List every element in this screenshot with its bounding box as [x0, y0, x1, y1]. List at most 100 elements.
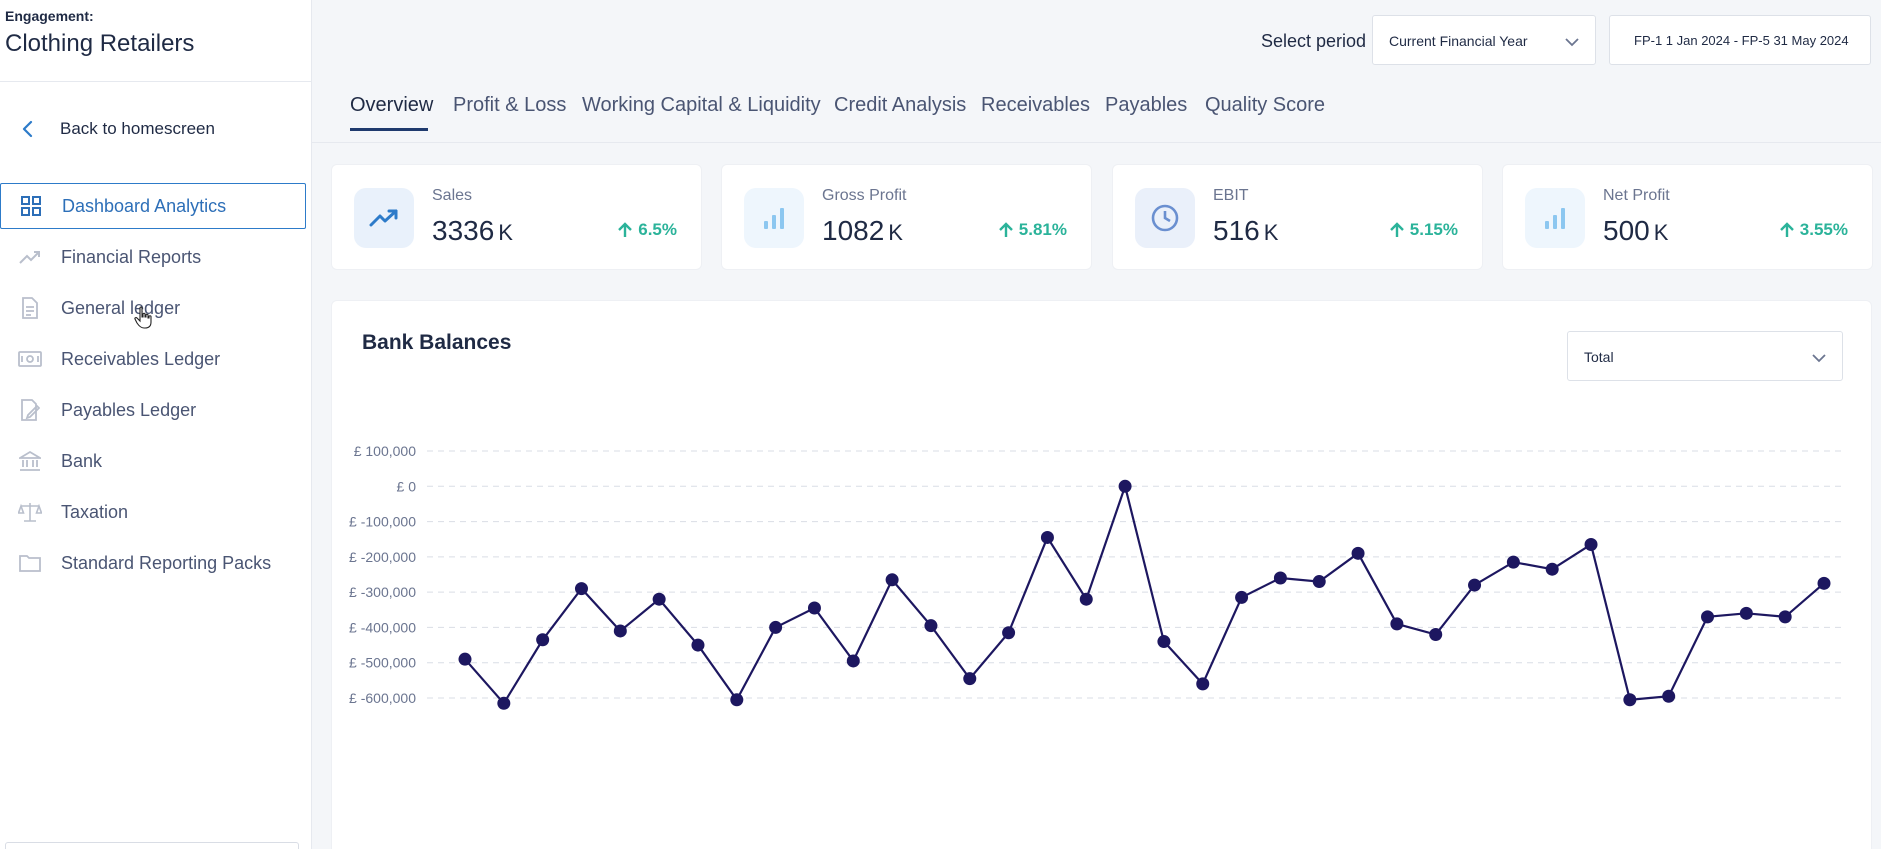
- data-point: [1662, 689, 1676, 703]
- y-tick-label: £ -400,000: [349, 619, 416, 635]
- data-point: [807, 601, 821, 615]
- period-select-value: Current Financial Year: [1389, 33, 1528, 49]
- data-point: [1273, 571, 1287, 585]
- tab-overview[interactable]: Overview: [350, 94, 433, 117]
- kpi-value: 500 K: [1603, 215, 1669, 246]
- edit-document-icon: [18, 398, 42, 422]
- bank-balances-card: £ 100,000 £ 0 £ -100,000 £ -200,000 £ -300,0…: [331, 300, 1872, 849]
- period-range-field[interactable]: FP-1 1 Jan 2024 - FP-5 31 May 2024: [1609, 15, 1871, 65]
- select-period-label: Select period: [1261, 31, 1367, 51]
- data-point: [1118, 479, 1132, 493]
- sidebar-item-payables-ledger[interactable]: Payables Ledger: [0, 387, 306, 433]
- chart-series-select-value: Total: [1584, 349, 1614, 365]
- data-point: [1817, 576, 1831, 590]
- data-point: [536, 633, 550, 647]
- tabs-divider: [312, 142, 1881, 143]
- data-point: [1623, 693, 1637, 707]
- trend-up-icon: [354, 188, 414, 248]
- sidebar-item-label: Payables Ledger: [61, 399, 197, 420]
- folder-icon: [18, 551, 42, 575]
- data-point: [613, 624, 627, 638]
- sidebar-item-bank[interactable]: Bank: [0, 438, 306, 484]
- arrow-up-icon: [1389, 222, 1404, 237]
- kpi-value: 3336 K: [432, 215, 513, 246]
- y-tick-label: £ -500,000: [349, 655, 416, 671]
- trend-icon: [18, 245, 42, 269]
- data-point: [691, 638, 705, 652]
- sidebar-item-label: Dashboard Analytics: [62, 195, 227, 216]
- kpi-card-sales: Sales 3336 K 6.5%: [331, 164, 702, 270]
- kpi-change: 6.5%: [618, 220, 677, 240]
- data-point: [458, 652, 472, 666]
- bank-balances-chart: £ 100,000 £ 0 £ -100,000 £ -200,000 £ -300,0…: [349, 443, 1842, 710]
- sidebar-bottom-panel[interactable]: [5, 842, 299, 849]
- data-point: [730, 693, 744, 707]
- y-tick-label: £ -300,000: [349, 584, 416, 600]
- arrow-up-icon: [998, 222, 1013, 237]
- cash-icon: [18, 347, 42, 371]
- active-tab-indicator: [350, 128, 428, 131]
- sidebar-divider: [0, 81, 311, 82]
- data-point: [1002, 626, 1016, 640]
- bar-chart-icon: [1525, 188, 1585, 248]
- data-point: [1778, 610, 1792, 624]
- tab-payables[interactable]: Payables: [1105, 94, 1187, 117]
- y-tick-label: £ -100,000: [349, 514, 416, 530]
- data-point: [1584, 538, 1598, 552]
- kpi-name: Gross Profit: [822, 187, 907, 204]
- document-icon: [18, 296, 42, 320]
- tab-quality-score[interactable]: Quality Score: [1205, 94, 1325, 117]
- data-point: [1468, 578, 1482, 592]
- clock-icon: [1135, 188, 1195, 248]
- sidebar-item-label: Receivables Ledger: [61, 348, 221, 369]
- scales-icon: [18, 500, 42, 524]
- sidebar-item-label: General ledger: [61, 297, 181, 318]
- data-point: [574, 582, 588, 596]
- data-point: [769, 620, 783, 634]
- bank-icon: [18, 449, 42, 473]
- period-range-value: FP-1 1 Jan 2024 - FP-5 31 May 2024: [1634, 33, 1849, 48]
- data-point: [1157, 635, 1171, 649]
- tab-receivables[interactable]: Receivables: [981, 94, 1090, 117]
- y-tick-label: £ 0: [397, 478, 417, 494]
- kpi-value: 516 K: [1213, 215, 1279, 246]
- data-point: [885, 573, 899, 587]
- kpi-name: EBIT: [1213, 187, 1249, 204]
- data-point: [1079, 592, 1093, 606]
- back-to-homescreen-button[interactable]: Back to homescreen: [18, 114, 215, 144]
- data-point: [1040, 530, 1054, 544]
- sidebar-item-label: Bank: [61, 450, 103, 471]
- chevron-down-icon: [1812, 350, 1826, 368]
- data-point: [652, 592, 666, 606]
- back-to-homescreen-label: Back to homescreen: [60, 119, 215, 138]
- data-point: [1506, 555, 1520, 569]
- data-point: [924, 619, 938, 633]
- sidebar: Engagement: Clothing Retailers Back to h…: [0, 0, 312, 849]
- data-point: [1545, 562, 1559, 576]
- sidebar-item-dashboard-analytics[interactable]: Dashboard Analytics: [0, 183, 306, 229]
- data-point: [1390, 617, 1404, 631]
- chart-series-select[interactable]: Total: [1567, 331, 1843, 381]
- data-point: [1351, 546, 1365, 560]
- data-point: [846, 654, 860, 668]
- data-point: [497, 696, 511, 710]
- kpi-name: Sales: [432, 187, 473, 204]
- y-tick-label: £ 100,000: [354, 443, 416, 459]
- sidebar-item-receivables-ledger[interactable]: Receivables Ledger: [0, 336, 306, 382]
- kpi-card-gross-profit: Gross Profit 1082 K 5.81%: [721, 164, 1092, 270]
- sidebar-item-label: Taxation: [61, 501, 129, 522]
- tab-working-capital-liquidity[interactable]: Working Capital & Liquidity: [582, 94, 821, 117]
- kpi-card-net-profit: Net Profit 500 K 3.55%: [1502, 164, 1873, 270]
- period-select[interactable]: Current Financial Year: [1372, 15, 1596, 65]
- tab-credit-analysis[interactable]: Credit Analysis: [834, 94, 966, 117]
- data-point: [1701, 610, 1715, 624]
- kpi-name: Net Profit: [1603, 187, 1670, 204]
- data-point: [963, 672, 977, 686]
- tab-profit-and-loss[interactable]: Profit & Loss: [453, 94, 566, 117]
- y-tick-label: £ -200,000: [349, 549, 416, 565]
- sidebar-item-financial-reports[interactable]: Financial Reports: [0, 234, 306, 280]
- kpi-change: 5.15%: [1389, 220, 1458, 240]
- sidebar-item-taxation[interactable]: Taxation: [0, 489, 306, 535]
- chart-title: Bank Balances: [362, 331, 512, 354]
- sidebar-item-standard-reporting-packs[interactable]: Standard Reporting Packs: [0, 540, 306, 586]
